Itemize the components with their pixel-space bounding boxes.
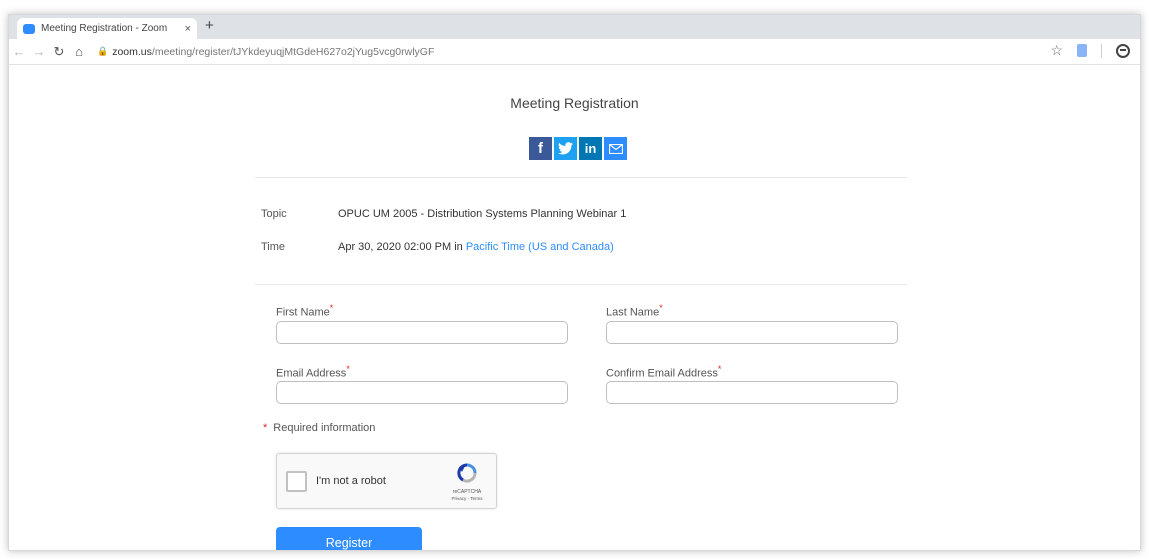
- time-text: Apr 30, 2020 02:00 PM in: [338, 241, 466, 253]
- required-asterisk: *: [329, 303, 334, 313]
- required-note-text: Required information: [273, 422, 376, 434]
- recaptcha-widget: I'm not a robot reCAPTCHA Privacy - Term…: [276, 453, 497, 509]
- time-label: Time: [261, 241, 286, 253]
- topic-value: OPUC UM 2005 - Distribution Systems Plan…: [338, 208, 627, 220]
- email-label-text: Email Address: [276, 367, 347, 380]
- timezone-link[interactable]: Pacific Time (US and Canada): [466, 241, 614, 253]
- required-asterisk: *: [346, 364, 350, 374]
- extension-doc-icon[interactable]: [1077, 44, 1087, 57]
- tab-close-icon[interactable]: ×: [185, 23, 191, 35]
- new-tab-button[interactable]: +: [205, 17, 214, 34]
- required-note: * Required information: [263, 422, 375, 434]
- time-value: Apr 30, 2020 02:00 PM in Pacific Time (U…: [338, 241, 614, 253]
- topic-label: Topic: [261, 208, 287, 220]
- confirm-email-label: Confirm Email Address*: [606, 364, 721, 380]
- divider-bottom: [255, 284, 907, 285]
- url-path: /meeting/register/tJYkdeyuqjMtGdeH627o2j…: [151, 45, 435, 58]
- email-share-icon[interactable]: [604, 137, 627, 160]
- confirm-email-label-text: Confirm Email Address: [606, 367, 718, 380]
- tab-title: Meeting Registration - Zoom: [41, 23, 168, 34]
- forward-arrow-icon[interactable]: →: [29, 44, 49, 59]
- email-label: Email Address*: [276, 364, 350, 380]
- home-icon[interactable]: ⌂: [69, 44, 89, 59]
- recaptcha-logo-icon: [457, 463, 477, 483]
- confirm-email-field[interactable]: [606, 381, 898, 404]
- required-asterisk: *: [659, 303, 663, 313]
- browser-window: Meeting Registration - Zoom × + ← → ↻ ⌂ …: [8, 14, 1141, 551]
- reload-icon[interactable]: ↻: [49, 44, 69, 60]
- last-name-field[interactable]: [606, 321, 898, 344]
- required-asterisk: *: [717, 364, 722, 374]
- browser-toolbar: ← → ↻ ⌂ 🔒 zoom.us/meeting/register/tJYkd…: [9, 39, 1140, 65]
- required-asterisk: *: [263, 422, 268, 434]
- back-arrow-icon[interactable]: ←: [9, 44, 29, 59]
- recaptcha-brand: reCAPTCHA: [452, 489, 482, 495]
- divider-top: [255, 177, 907, 178]
- recaptcha-label: I'm not a robot: [316, 475, 386, 487]
- register-button[interactable]: Register: [276, 527, 422, 550]
- profile-icon[interactable]: [1116, 43, 1130, 58]
- toolbar-actions: ☆: [1050, 42, 1130, 59]
- twitter-icon[interactable]: [554, 137, 577, 160]
- address-bar[interactable]: zoom.us/meeting/register/tJYkdeyuqjMtGde…: [112, 46, 434, 58]
- page-content: Meeting Registration f in Topic OPUC UM …: [9, 65, 1140, 550]
- email-field[interactable]: [276, 381, 568, 404]
- social-share-bar: f in: [529, 137, 627, 160]
- last-name-label-text: Last Name: [606, 306, 660, 319]
- first-name-label-text: First Name: [276, 306, 330, 319]
- last-name-label: Last Name*: [606, 303, 663, 319]
- tab-strip: Meeting Registration - Zoom × +: [9, 15, 1140, 39]
- zoom-favicon-icon: [23, 23, 35, 34]
- page-title: Meeting Registration: [510, 95, 639, 111]
- browser-tab[interactable]: Meeting Registration - Zoom ×: [17, 18, 197, 39]
- recaptcha-terms[interactable]: Privacy - Terms: [437, 496, 497, 501]
- first-name-field[interactable]: [276, 321, 568, 344]
- linkedin-icon[interactable]: in: [579, 137, 602, 160]
- recaptcha-checkbox[interactable]: [286, 471, 307, 492]
- lock-icon[interactable]: 🔒: [97, 46, 108, 57]
- url-domain: zoom.us: [112, 45, 152, 58]
- first-name-label: First Name*: [276, 303, 333, 319]
- toolbar-separator: [1101, 43, 1102, 58]
- bookmark-star-icon[interactable]: ☆: [1050, 42, 1063, 59]
- facebook-icon[interactable]: f: [529, 137, 552, 160]
